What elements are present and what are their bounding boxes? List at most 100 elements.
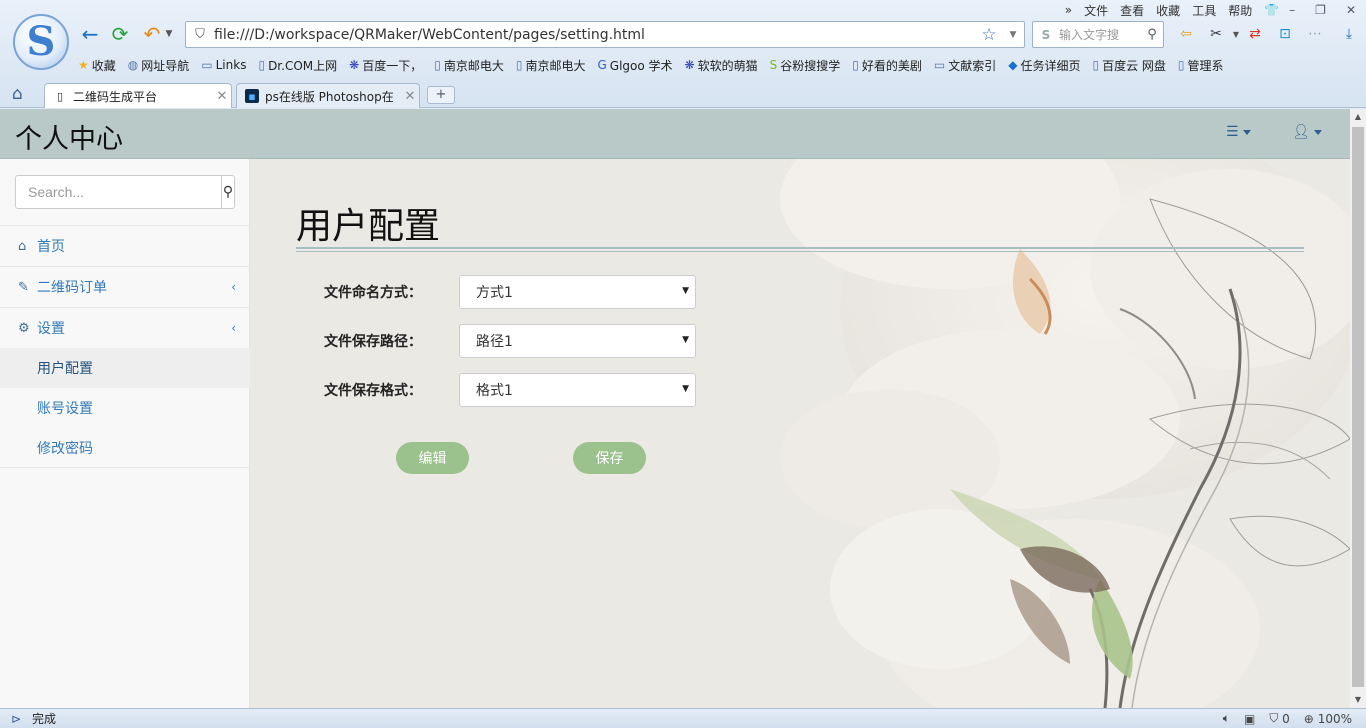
save-path-select-value: 路径1 bbox=[476, 334, 513, 350]
folder-icon: ▭ bbox=[933, 58, 946, 72]
edit-button[interactable]: 编辑 bbox=[396, 442, 469, 474]
window-close-icon[interactable]: ✕ bbox=[1346, 3, 1356, 17]
menu-tools[interactable]: 工具 bbox=[1192, 2, 1216, 19]
sidebar-item-label: 首页 bbox=[37, 239, 65, 255]
browser-search-placeholder[interactable]: 输入文字搜 bbox=[1059, 26, 1141, 43]
bookmark-item[interactable]: ◆ 任务详细页 bbox=[1008, 57, 1080, 74]
tasks-dropdown[interactable]: ☰ bbox=[1226, 124, 1251, 140]
download-icon[interactable]: ⤓ bbox=[1338, 24, 1360, 44]
tab-photoshop[interactable]: ▪ ps在线版 Photoshop在 ✕ bbox=[236, 83, 420, 108]
window-restore-icon[interactable]: ❐ bbox=[1315, 3, 1326, 17]
paw-icon: ❋ bbox=[684, 58, 695, 72]
menu-file[interactable]: 文件 bbox=[1084, 2, 1108, 19]
back-arrow-icon[interactable]: ← bbox=[78, 22, 102, 46]
sidebar-item-qr-orders[interactable]: ✎ 二维码订单 ‹ bbox=[0, 266, 250, 307]
page-icon: ▯ bbox=[1177, 58, 1185, 72]
bookmark-item[interactable]: ▯ 南京邮电大 bbox=[434, 57, 504, 74]
search-input[interactable] bbox=[15, 175, 222, 209]
globe-icon: ◍ bbox=[127, 58, 139, 72]
browser-search-box[interactable]: S 输入文字搜 ⚲ bbox=[1032, 21, 1164, 48]
extension-search-icon[interactable]: ⊡ bbox=[1274, 24, 1296, 44]
more-tools-icon[interactable]: ⋯ bbox=[1304, 24, 1326, 44]
home-icon[interactable]: ⌂ bbox=[12, 84, 23, 104]
zoom-icon: ⊕ bbox=[1303, 711, 1314, 726]
window-minimize-icon[interactable]: – bbox=[1289, 3, 1295, 17]
bookmark-item[interactable]: S 谷粉搜搜学 bbox=[770, 57, 841, 74]
close-tab-icon[interactable]: ✕ bbox=[213, 89, 231, 104]
skin-shirt-icon[interactable]: 👕 bbox=[1264, 3, 1279, 17]
page-icon: ▯ bbox=[852, 58, 859, 72]
scroll-down-icon[interactable]: ▼ bbox=[1350, 692, 1366, 708]
adblock-counter[interactable]: ⛉ 0 bbox=[1269, 711, 1289, 726]
status-text: 完成 bbox=[32, 712, 57, 726]
menu-favorites[interactable]: 收藏 bbox=[1156, 2, 1180, 19]
select-arrow-icon: ▼ bbox=[682, 335, 689, 345]
bookmark-item[interactable]: ▯ 管理系 bbox=[1178, 57, 1224, 74]
gear-icon: ⚙ bbox=[18, 320, 30, 336]
chevron-left-icon: ‹ bbox=[231, 280, 236, 294]
address-dropdown-icon[interactable]: ▼ bbox=[1002, 30, 1024, 40]
google-g-icon: G bbox=[597, 58, 607, 72]
download-manager-icon[interactable]: ▣ bbox=[1244, 712, 1255, 726]
undo-dropdown-icon[interactable]: ▼ bbox=[163, 22, 175, 46]
bookmark-item[interactable]: ★ 收藏 bbox=[78, 57, 116, 74]
url-text[interactable]: file:///D:/workspace/QRMaker/WebContent/… bbox=[214, 27, 976, 43]
close-tab-icon[interactable]: ✕ bbox=[401, 89, 419, 104]
menubar-more-icon[interactable]: » bbox=[1065, 3, 1072, 17]
new-tab-button[interactable]: + bbox=[427, 86, 455, 104]
sidebar-subitem-account-settings[interactable]: 账号设置 bbox=[0, 388, 250, 428]
app-brand[interactable]: 个人中心 bbox=[15, 117, 123, 156]
bookmark-add-icon[interactable]: ⇦ bbox=[1175, 24, 1197, 44]
browser-logo-icon[interactable]: S bbox=[13, 14, 69, 70]
naming-select-value: 方式1 bbox=[476, 285, 513, 301]
search-engine-icon[interactable]: S bbox=[1033, 28, 1059, 42]
select-arrow-icon: ▼ bbox=[682, 384, 689, 394]
menu-help[interactable]: 帮助 bbox=[1228, 2, 1252, 19]
form-row-save-path: 文件保存路径： 路径1 ▼ bbox=[324, 324, 696, 358]
tab-qr-platform[interactable]: ▯ 二维码生成平台 ✕ bbox=[44, 83, 232, 108]
save-format-select[interactable]: 格式1 ▼ bbox=[459, 373, 696, 407]
bookmark-item[interactable]: ▯ 南京邮电大 bbox=[516, 57, 586, 74]
translate-icon[interactable]: ⇄ bbox=[1244, 24, 1266, 44]
undo-icon[interactable]: ↶ bbox=[140, 22, 164, 46]
scroll-up-icon[interactable]: ▲ bbox=[1350, 109, 1366, 125]
page-icon: ▯ bbox=[1092, 58, 1100, 72]
sidebar-item-home[interactable]: ⌂ 首页 bbox=[0, 225, 250, 266]
refresh-icon[interactable]: ⟳ bbox=[108, 22, 132, 46]
form-row-naming: 文件命名方式： 方式1 ▼ bbox=[324, 275, 696, 309]
naming-select[interactable]: 方式1 ▼ bbox=[459, 275, 696, 309]
bookmark-star-icon[interactable]: ☆ bbox=[976, 25, 1002, 45]
user-dropdown[interactable]: 👤︎ bbox=[1292, 124, 1322, 140]
sidebar-search: ⚲ bbox=[15, 175, 235, 209]
bookmark-item[interactable]: ❋ 软软的萌猫 bbox=[685, 57, 758, 74]
address-bar[interactable]: ⛉ file:///D:/workspace/QRMaker/WebConten… bbox=[185, 21, 1025, 48]
sidebar-subitem-user-config[interactable]: 用户配置 bbox=[0, 348, 250, 388]
page-scrollbar[interactable]: ▲ ▼ bbox=[1350, 109, 1366, 708]
save-path-select[interactable]: 路径1 ▼ bbox=[459, 324, 696, 358]
page-icon: ▯ bbox=[434, 58, 441, 72]
scrollbar-thumb[interactable] bbox=[1352, 127, 1364, 687]
tab-strip: ⌂ ▯ 二维码生成平台 ✕ ▪ ps在线版 Photoshop在 ✕ + bbox=[0, 82, 1366, 108]
search-button[interactable]: ⚲ bbox=[222, 175, 235, 209]
diamond-icon: ◆ bbox=[1008, 58, 1018, 72]
bookmark-item[interactable]: G Glgoo 学术 bbox=[597, 57, 672, 74]
bookmark-item[interactable]: ◍ 网址导航 bbox=[128, 57, 190, 74]
zoom-control[interactable]: ⊕ 100% bbox=[1304, 712, 1352, 726]
sidebar-subitem-change-password[interactable]: 修改密码 bbox=[0, 428, 250, 468]
s-logo-icon: S bbox=[769, 58, 778, 72]
bookmark-item[interactable]: ▯ 好看的美剧 bbox=[852, 57, 922, 74]
scissors-screenshot-icon[interactable]: ✂ bbox=[1205, 24, 1227, 44]
search-icon[interactable]: ⚲ bbox=[1141, 27, 1163, 42]
speaker-icon[interactable]: 🔈︎ bbox=[1223, 711, 1230, 726]
bookmark-item[interactable]: ▯ 百度云 网盘 bbox=[1092, 57, 1165, 74]
page-icon: ▯ bbox=[515, 58, 523, 72]
save-button[interactable]: 保存 bbox=[573, 442, 646, 474]
sidebar-item-settings[interactable]: ⚙ 设置 ‹ bbox=[0, 307, 250, 348]
bookmark-item[interactable]: ▭ Links bbox=[201, 58, 246, 72]
bookmark-item[interactable]: ▭ 文献索引 bbox=[934, 57, 996, 74]
bookmark-item[interactable]: ▯ Dr.COM上网 bbox=[258, 57, 337, 74]
sidebar-item-label: 设置 bbox=[37, 321, 65, 337]
menu-view[interactable]: 查看 bbox=[1120, 2, 1144, 19]
sidebar-toggle-icon[interactable]: ⊳ bbox=[0, 712, 32, 726]
bookmark-item[interactable]: ❋ 百度一下， bbox=[349, 57, 422, 74]
